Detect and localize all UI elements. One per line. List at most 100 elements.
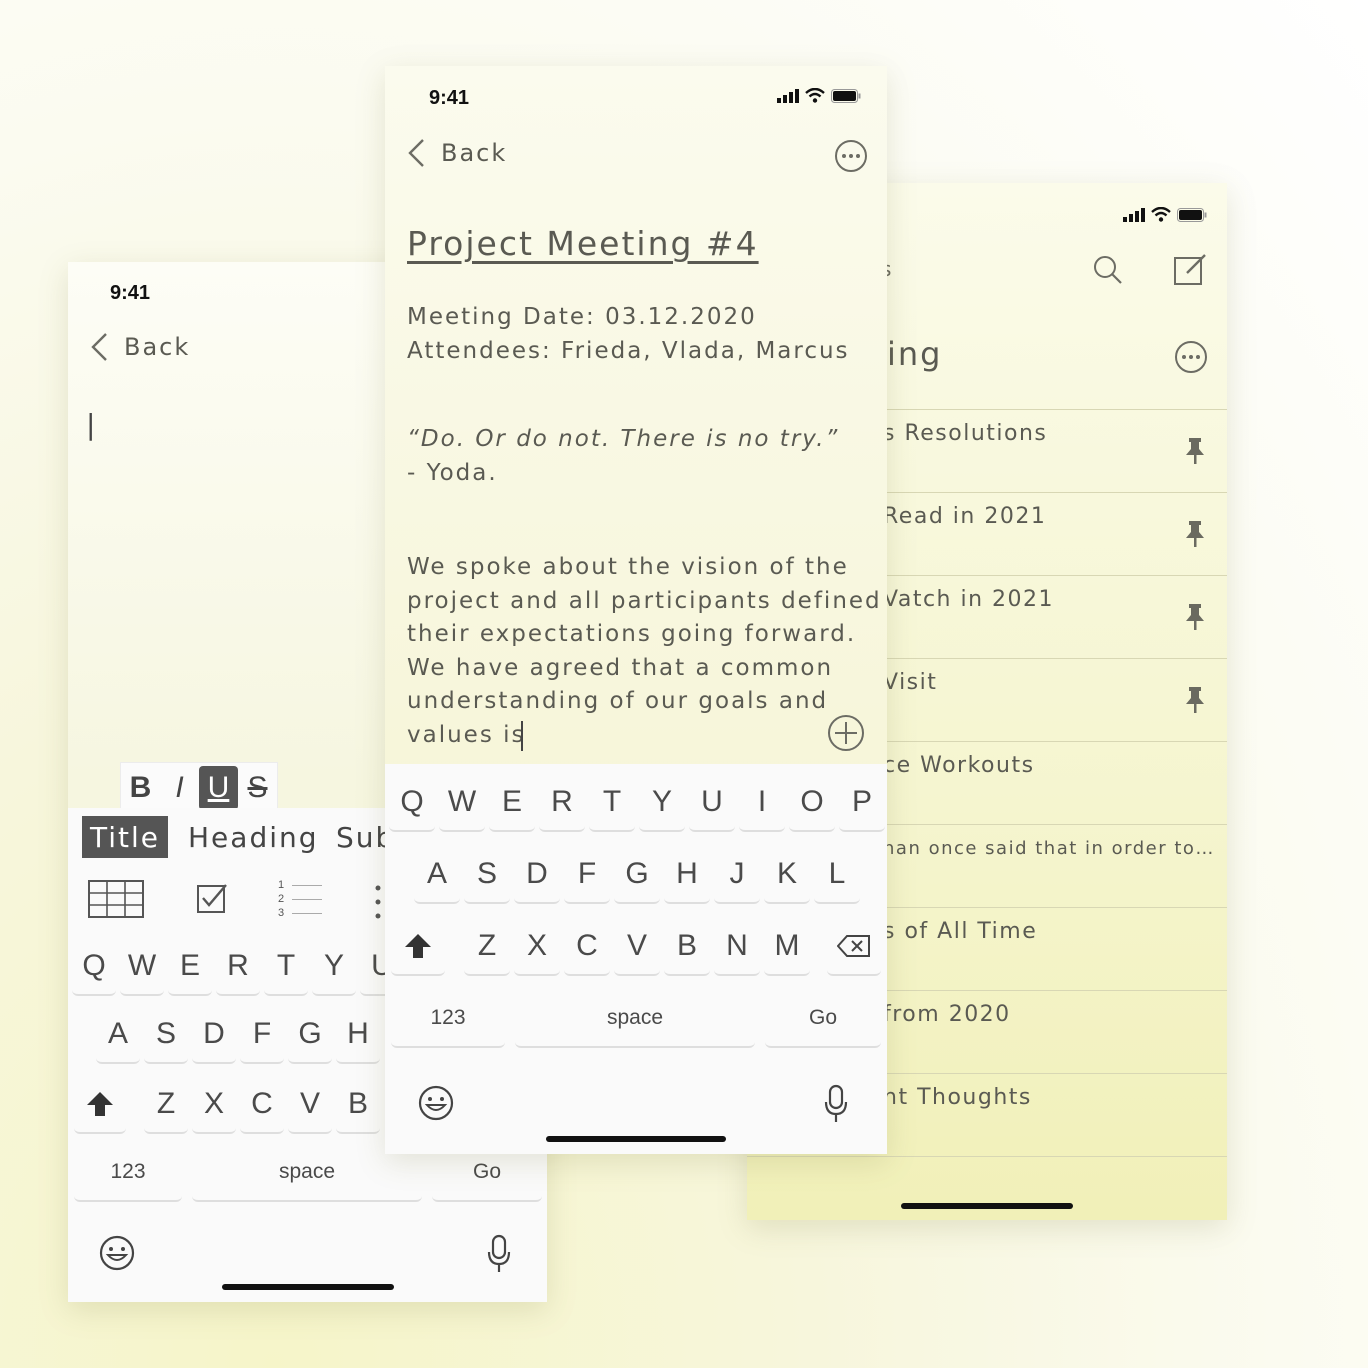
- key[interactable]: V: [288, 1076, 332, 1134]
- italic-button[interactable]: I: [160, 766, 199, 810]
- meeting-date[interactable]: Meeting Date: 03.12.2020: [407, 304, 757, 330]
- key[interactable]: Y: [639, 774, 685, 832]
- key[interactable]: W: [439, 774, 485, 832]
- key[interactable]: M: [764, 918, 810, 976]
- key[interactable]: Y: [312, 938, 356, 996]
- key[interactable]: C: [564, 918, 610, 976]
- body-line[interactable]: their expectations going forward.: [407, 621, 856, 647]
- key[interactable]: E: [489, 774, 535, 832]
- key[interactable]: W: [120, 938, 164, 996]
- key[interactable]: S: [144, 1006, 188, 1064]
- key[interactable]: B: [664, 918, 710, 976]
- bold-button[interactable]: B: [121, 766, 160, 810]
- back-button[interactable]: Back: [90, 332, 190, 362]
- attendees[interactable]: Attendees: Frieda, Vlada, Marcus: [407, 338, 850, 364]
- pin-icon[interactable]: [1183, 603, 1207, 631]
- list-number: 1: [278, 879, 285, 891]
- emoji-icon[interactable]: [98, 1234, 136, 1272]
- body-line[interactable]: project and all participants defined: [407, 588, 882, 614]
- quote-text[interactable]: “Do. Or do not. There is no try.”: [407, 426, 839, 452]
- compose-icon[interactable]: [1173, 253, 1207, 287]
- numbers-key[interactable]: 123: [74, 1144, 182, 1202]
- microphone-icon[interactable]: [486, 1234, 512, 1274]
- style-heading-button[interactable]: Heading: [188, 816, 319, 858]
- shift-arrow-icon: [405, 934, 431, 958]
- key[interactable]: R: [216, 938, 260, 996]
- key[interactable]: Z: [144, 1076, 188, 1134]
- key[interactable]: R: [539, 774, 585, 832]
- quote-author[interactable]: - Yoda.: [407, 460, 498, 486]
- body-line[interactable]: values is: [407, 722, 526, 748]
- pin-icon[interactable]: [1183, 520, 1207, 548]
- key[interactable]: P: [839, 774, 885, 832]
- body-line[interactable]: understanding of our goals and: [407, 688, 828, 714]
- key[interactable]: Q: [72, 938, 116, 996]
- numbered-list-icon[interactable]: 1 2 3: [278, 878, 326, 922]
- key[interactable]: X: [192, 1076, 236, 1134]
- key[interactable]: C: [240, 1076, 284, 1134]
- key[interactable]: B: [336, 1076, 380, 1134]
- pin-icon[interactable]: [1183, 437, 1207, 465]
- key[interactable]: T: [589, 774, 635, 832]
- key[interactable]: H: [664, 846, 710, 904]
- key[interactable]: V: [614, 918, 660, 976]
- key[interactable]: H: [336, 1006, 380, 1064]
- key[interactable]: N: [714, 918, 760, 976]
- body-line[interactable]: We spoke about the vision of the: [407, 554, 849, 580]
- chevron-left-icon: [408, 139, 424, 167]
- key[interactable]: X: [514, 918, 560, 976]
- more-options-icon[interactable]: [835, 140, 867, 172]
- battery-icon: [1177, 207, 1207, 222]
- key[interactable]: D: [514, 846, 560, 904]
- status-time: 9:41: [429, 87, 470, 109]
- pin-icon[interactable]: [1183, 686, 1207, 714]
- key[interactable]: J: [714, 846, 760, 904]
- key[interactable]: A: [414, 846, 460, 904]
- list-number: 3: [278, 907, 285, 919]
- chevron-left-icon: [91, 333, 107, 361]
- back-label: Back: [441, 139, 508, 167]
- add-icon[interactable]: [827, 714, 865, 752]
- note-title: ce Workouts: [883, 753, 1035, 778]
- key[interactable]: S: [464, 846, 510, 904]
- key[interactable]: F: [240, 1006, 284, 1064]
- key[interactable]: E: [168, 938, 212, 996]
- shift-key[interactable]: [391, 918, 445, 976]
- key[interactable]: U: [689, 774, 735, 832]
- body-line[interactable]: We have agreed that a common: [407, 655, 833, 681]
- key[interactable]: L: [814, 846, 860, 904]
- space-key[interactable]: space: [515, 990, 755, 1048]
- home-indicator: [546, 1136, 726, 1142]
- delete-key[interactable]: [827, 918, 881, 976]
- checkbox-icon[interactable]: [196, 882, 228, 914]
- key[interactable]: G: [614, 846, 660, 904]
- key[interactable]: A: [96, 1006, 140, 1064]
- back-button[interactable]: Back: [407, 138, 507, 168]
- microphone-icon[interactable]: [823, 1084, 849, 1124]
- note-title: ht Thoughts: [883, 1085, 1032, 1110]
- key[interactable]: O: [789, 774, 835, 832]
- more-tools-icon[interactable]: [374, 884, 382, 920]
- key[interactable]: Q: [389, 774, 435, 832]
- list-number: 2: [278, 893, 285, 905]
- underline-button[interactable]: U: [199, 766, 238, 810]
- key[interactable]: D: [192, 1006, 236, 1064]
- table-icon[interactable]: [88, 880, 144, 918]
- note-title[interactable]: Project Meeting #4: [407, 224, 759, 263]
- emoji-icon[interactable]: [417, 1084, 455, 1122]
- search-icon[interactable]: [1093, 255, 1123, 285]
- note-title: Vatch in 2021: [883, 587, 1055, 612]
- key[interactable]: I: [739, 774, 785, 832]
- go-key[interactable]: Go: [765, 990, 881, 1048]
- key[interactable]: G: [288, 1006, 332, 1064]
- shift-key[interactable]: [74, 1076, 126, 1134]
- strikethrough-button[interactable]: S: [238, 766, 277, 810]
- style-title-button[interactable]: Title: [82, 816, 169, 858]
- key[interactable]: Z: [464, 918, 510, 976]
- numbers-key[interactable]: 123: [391, 990, 505, 1048]
- key[interactable]: K: [764, 846, 810, 904]
- key[interactable]: F: [564, 846, 610, 904]
- more-options-icon[interactable]: [1175, 341, 1207, 373]
- format-toolbar: B I U S: [120, 762, 278, 814]
- key[interactable]: T: [264, 938, 308, 996]
